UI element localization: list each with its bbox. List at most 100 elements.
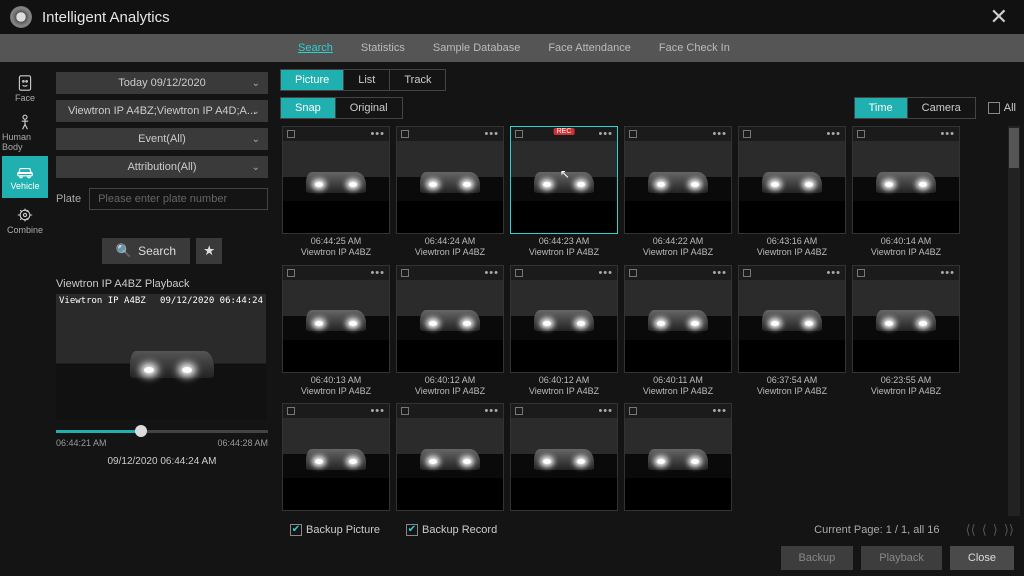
playback-viewport[interactable]: Viewtron IP A4BZ 09/12/2020 06:44:24 <box>56 294 266 420</box>
result-thumbnail[interactable]: •••06:37:54 AMViewtron IP A4BZ <box>738 265 846 398</box>
favorite-button[interactable]: ★ <box>196 238 222 264</box>
thumb-menu-icon[interactable]: ••• <box>940 128 955 140</box>
thumb-menu-icon[interactable]: ••• <box>598 267 613 279</box>
result-thumbnail[interactable]: ••• <box>510 403 618 518</box>
thumb-select-icon[interactable] <box>515 130 523 138</box>
playback-slider[interactable] <box>56 426 268 436</box>
slider-end-time: 06:44:28 AM <box>217 438 268 448</box>
thumb-caption: 06:23:55 AMViewtron IP A4BZ <box>852 375 960 398</box>
close-icon[interactable]: ✕ <box>984 4 1014 30</box>
sort-time[interactable]: Time <box>855 98 908 118</box>
result-thumbnail[interactable]: •••06:40:12 AMViewtron IP A4BZ <box>510 265 618 398</box>
vehicle-icon <box>15 163 35 179</box>
search-button[interactable]: 🔍 Search <box>102 238 190 264</box>
thumb-select-icon[interactable] <box>287 407 295 415</box>
playback-button[interactable]: Playback <box>861 546 942 570</box>
result-thumbnail[interactable]: ••• <box>624 403 732 518</box>
thumb-menu-icon[interactable]: ••• <box>484 128 499 140</box>
sort-camera[interactable]: Camera <box>908 98 975 118</box>
search-icon: 🔍 <box>116 243 132 259</box>
results-panel: Picture List Track Snap Original Time Ca… <box>280 62 1024 576</box>
plate-label: Plate <box>56 193 81 205</box>
page-next-icon[interactable]: ⟩ <box>993 522 998 538</box>
page-prev-icon[interactable]: ⟨ <box>982 522 987 538</box>
thumb-menu-icon[interactable]: ••• <box>826 267 841 279</box>
thumb-menu-icon[interactable]: ••• <box>826 128 841 140</box>
thumb-menu-icon[interactable]: ••• <box>598 128 613 140</box>
thumb-menu-icon[interactable]: ••• <box>370 128 385 140</box>
camera-dropdown[interactable]: Viewtron IP A4BZ;Viewtron IP A4D;A...⌄ <box>56 100 268 122</box>
thumb-menu-icon[interactable]: ••• <box>712 267 727 279</box>
thumb-select-icon[interactable] <box>629 130 637 138</box>
result-thumbnail[interactable]: •••06:44:25 AMViewtron IP A4BZ <box>282 126 390 259</box>
thumb-select-icon[interactable] <box>287 130 295 138</box>
page-last-icon[interactable]: ⟩⟩ <box>1004 522 1014 538</box>
checkbox-icon: ✔ <box>406 524 418 536</box>
thumb-select-icon[interactable] <box>743 130 751 138</box>
thumb-select-icon[interactable] <box>857 269 865 277</box>
result-thumbnail[interactable]: •••06:44:22 AMViewtron IP A4BZ <box>624 126 732 259</box>
result-thumbnail[interactable]: •••06:40:13 AMViewtron IP A4BZ <box>282 265 390 398</box>
playback-overlay-time: 09/12/2020 06:44:24 <box>160 296 263 306</box>
plate-input[interactable] <box>89 188 268 210</box>
backup-record-label: Backup Record <box>422 524 497 536</box>
thumb-select-icon[interactable] <box>515 407 523 415</box>
window-title: Intelligent Analytics <box>42 9 170 26</box>
tab-statistics[interactable]: Statistics <box>361 42 405 54</box>
thumb-menu-icon[interactable]: ••• <box>370 267 385 279</box>
tab-face-attendance[interactable]: Face Attendance <box>548 42 631 54</box>
thumb-menu-icon[interactable]: ••• <box>712 128 727 140</box>
thumb-select-icon[interactable] <box>287 269 295 277</box>
results-scrollbar[interactable] <box>1008 126 1020 516</box>
tab-face-checkin[interactable]: Face Check In <box>659 42 730 54</box>
rail-humanbody[interactable]: Human Body <box>2 112 48 154</box>
thumb-select-icon[interactable] <box>401 269 409 277</box>
thumb-menu-icon[interactable]: ••• <box>370 405 385 417</box>
result-thumbnail[interactable]: REC•••↖06:44:23 AMViewtron IP A4BZ <box>510 126 618 259</box>
thumb-menu-icon[interactable]: ••• <box>940 267 955 279</box>
thumb-select-icon[interactable] <box>401 130 409 138</box>
view-list[interactable]: List <box>344 70 390 90</box>
backup-picture-checkbox[interactable]: ✔ Backup Picture <box>290 524 380 536</box>
thumb-menu-icon[interactable]: ••• <box>484 405 499 417</box>
result-thumbnail[interactable]: ••• <box>396 403 504 518</box>
combine-icon <box>15 207 35 223</box>
thumb-select-icon[interactable] <box>401 407 409 415</box>
thumb-menu-icon[interactable]: ••• <box>712 405 727 417</box>
tab-sample-database[interactable]: Sample Database <box>433 42 520 54</box>
result-thumbnail[interactable]: •••06:40:12 AMViewtron IP A4BZ <box>396 265 504 398</box>
tab-search[interactable]: Search <box>298 42 333 54</box>
app-logo-icon <box>10 6 32 28</box>
view-picture[interactable]: Picture <box>281 70 344 90</box>
close-button[interactable]: Close <box>950 546 1014 570</box>
thumb-select-icon[interactable] <box>743 269 751 277</box>
event-dropdown[interactable]: Event(All)⌄ <box>56 128 268 150</box>
select-all-checkbox[interactable]: All <box>988 102 1016 114</box>
thumb-select-icon[interactable] <box>857 130 865 138</box>
thumb-select-icon[interactable] <box>515 269 523 277</box>
rail-combine[interactable]: Combine <box>2 200 48 242</box>
chevron-down-icon: ⌄ <box>252 78 260 89</box>
page-first-icon[interactable]: ⟨⟨ <box>966 522 976 538</box>
thumb-select-icon[interactable] <box>629 269 637 277</box>
source-original[interactable]: Original <box>336 98 402 118</box>
result-thumbnail[interactable]: ••• <box>282 403 390 518</box>
result-thumbnail[interactable]: •••06:44:24 AMViewtron IP A4BZ <box>396 126 504 259</box>
checkbox-icon: ✔ <box>290 524 302 536</box>
thumb-menu-icon[interactable]: ••• <box>484 267 499 279</box>
result-thumbnail[interactable]: •••06:40:11 AMViewtron IP A4BZ <box>624 265 732 398</box>
date-dropdown[interactable]: Today 09/12/2020 ⌄ <box>56 72 268 94</box>
backup-record-checkbox[interactable]: ✔ Backup Record <box>406 524 497 536</box>
result-thumbnail[interactable]: •••06:43:16 AMViewtron IP A4BZ <box>738 126 846 259</box>
rail-vehicle[interactable]: Vehicle <box>2 156 48 198</box>
result-thumbnail[interactable]: ••• 06:23:55 AMViewtron IP A4BZ <box>852 265 960 398</box>
source-snap[interactable]: Snap <box>281 98 336 118</box>
thumb-select-icon[interactable] <box>629 407 637 415</box>
date-dropdown-label: Today 09/12/2020 <box>118 77 205 89</box>
attribution-dropdown[interactable]: Attribution(All)⌄ <box>56 156 268 178</box>
rail-face[interactable]: Face <box>2 68 48 110</box>
view-track[interactable]: Track <box>390 70 445 90</box>
backup-button[interactable]: Backup <box>781 546 854 570</box>
result-thumbnail[interactable]: •••06:40:14 AMViewtron IP A4BZ <box>852 126 960 259</box>
thumb-menu-icon[interactable]: ••• <box>598 405 613 417</box>
